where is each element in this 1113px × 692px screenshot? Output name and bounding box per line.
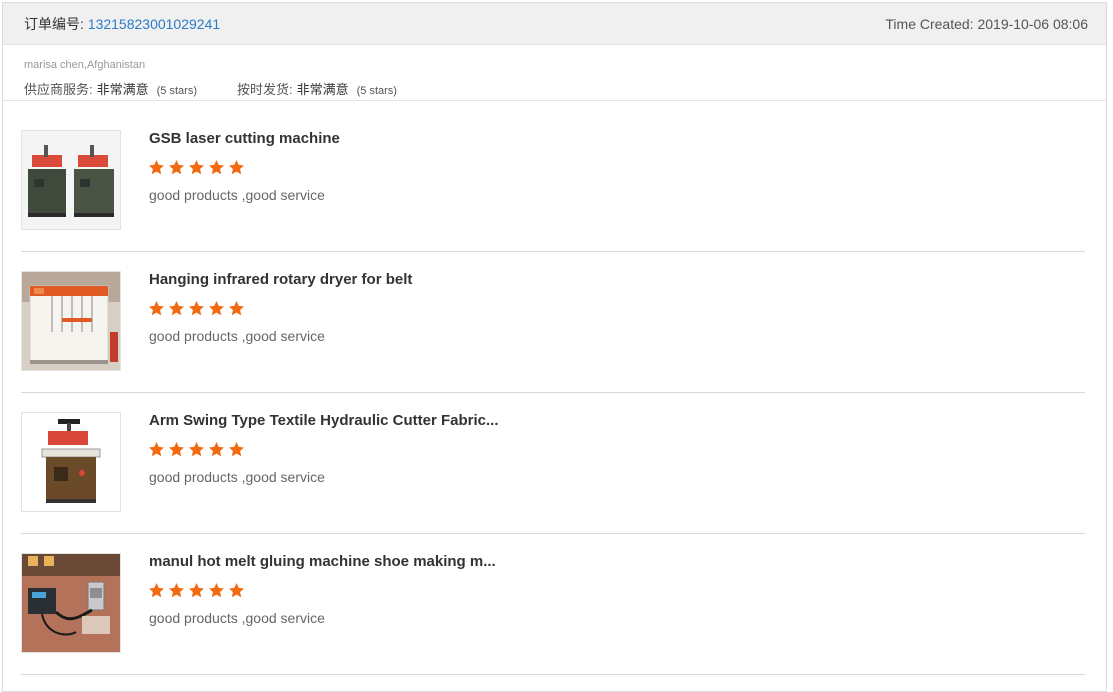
- item-star-rating: [148, 159, 248, 176]
- order-number-link[interactable]: 13215823001029241: [88, 16, 220, 32]
- rating-stars-text: (5 stars): [156, 85, 197, 97]
- rating-stars-text: (5 stars): [356, 85, 397, 97]
- review-item: GSB laser cutting machine good products …: [21, 112, 1085, 252]
- order-header: 订单编号: 13215823001029241 Time Created: 20…: [3, 3, 1106, 45]
- star-icon: [149, 442, 164, 457]
- star-icon: [229, 583, 244, 598]
- star-icon: [209, 583, 224, 598]
- order-id: 订单编号: 13215823001029241: [24, 14, 220, 34]
- infrared-dryer-cabinet-photo: [22, 272, 120, 370]
- star-icon: [149, 583, 164, 598]
- product-thumbnail[interactable]: [21, 271, 121, 371]
- order-number-label: 订单编号:: [24, 15, 84, 32]
- star-icon: [149, 301, 164, 316]
- review-item: Arm Swing Type Textile Hydraulic Cutter …: [21, 394, 1085, 534]
- star-icon: [149, 160, 164, 175]
- star-icon: [169, 583, 184, 598]
- review-item: manul hot melt gluing machine shoe makin…: [21, 535, 1085, 675]
- item-star-rating: [148, 582, 248, 599]
- rating-on-time-delivery: 按时发货: 非常满意 (5 stars): [237, 79, 397, 98]
- star-icon: [189, 583, 204, 598]
- star-icon: [229, 301, 244, 316]
- star-icon: [189, 160, 204, 175]
- star-icon: [189, 301, 204, 316]
- rating-label: 供应商服务:: [24, 82, 93, 97]
- product-thumbnail[interactable]: [21, 553, 121, 653]
- product-title[interactable]: Hanging infrared rotary dryer for belt: [149, 271, 412, 288]
- product-title[interactable]: Arm Swing Type Textile Hydraulic Cutter …: [149, 412, 499, 429]
- review-meta: marisa chen,Afghanistan 供应商服务: 非常满意 (5 s…: [3, 45, 1106, 101]
- review-comment: good products ,good service: [149, 469, 325, 485]
- star-icon: [169, 442, 184, 457]
- rating-supplier-service: 供应商服务: 非常满意 (5 stars): [24, 79, 197, 98]
- rating-value: 非常满意: [296, 82, 349, 97]
- item-star-rating: [148, 441, 248, 458]
- swing-arm-cutter-photo: [22, 413, 120, 511]
- seller-ratings: 供应商服务: 非常满意 (5 stars) 按时发货: 非常满意 (5 star…: [24, 79, 1085, 98]
- time-created: Time Created: 2019-10-06 08:06: [885, 15, 1088, 32]
- star-icon: [189, 442, 204, 457]
- product-title[interactable]: GSB laser cutting machine: [149, 130, 340, 147]
- rating-value: 非常满意: [96, 82, 149, 97]
- star-icon: [209, 160, 224, 175]
- star-icon: [209, 301, 224, 316]
- product-thumbnail[interactable]: [21, 130, 121, 230]
- star-icon: [169, 160, 184, 175]
- rating-label: 按时发货:: [236, 82, 293, 97]
- review-item: Hanging infrared rotary dryer for belt g…: [21, 253, 1085, 393]
- buyer-info: marisa chen,Afghanistan: [24, 59, 146, 71]
- star-icon: [209, 442, 224, 457]
- product-thumbnail[interactable]: [21, 412, 121, 512]
- gluing-machine-photo: [22, 554, 120, 652]
- item-star-rating: [148, 300, 248, 317]
- review-comment: good products ,good service: [149, 187, 325, 203]
- star-icon: [229, 160, 244, 175]
- hydraulic-press-pair-photo: [22, 131, 120, 229]
- product-title[interactable]: manul hot melt gluing machine shoe makin…: [149, 553, 496, 570]
- review-comment: good products ,good service: [149, 610, 325, 626]
- star-icon: [229, 442, 244, 457]
- star-icon: [169, 301, 184, 316]
- review-comment: good products ,good service: [149, 328, 325, 344]
